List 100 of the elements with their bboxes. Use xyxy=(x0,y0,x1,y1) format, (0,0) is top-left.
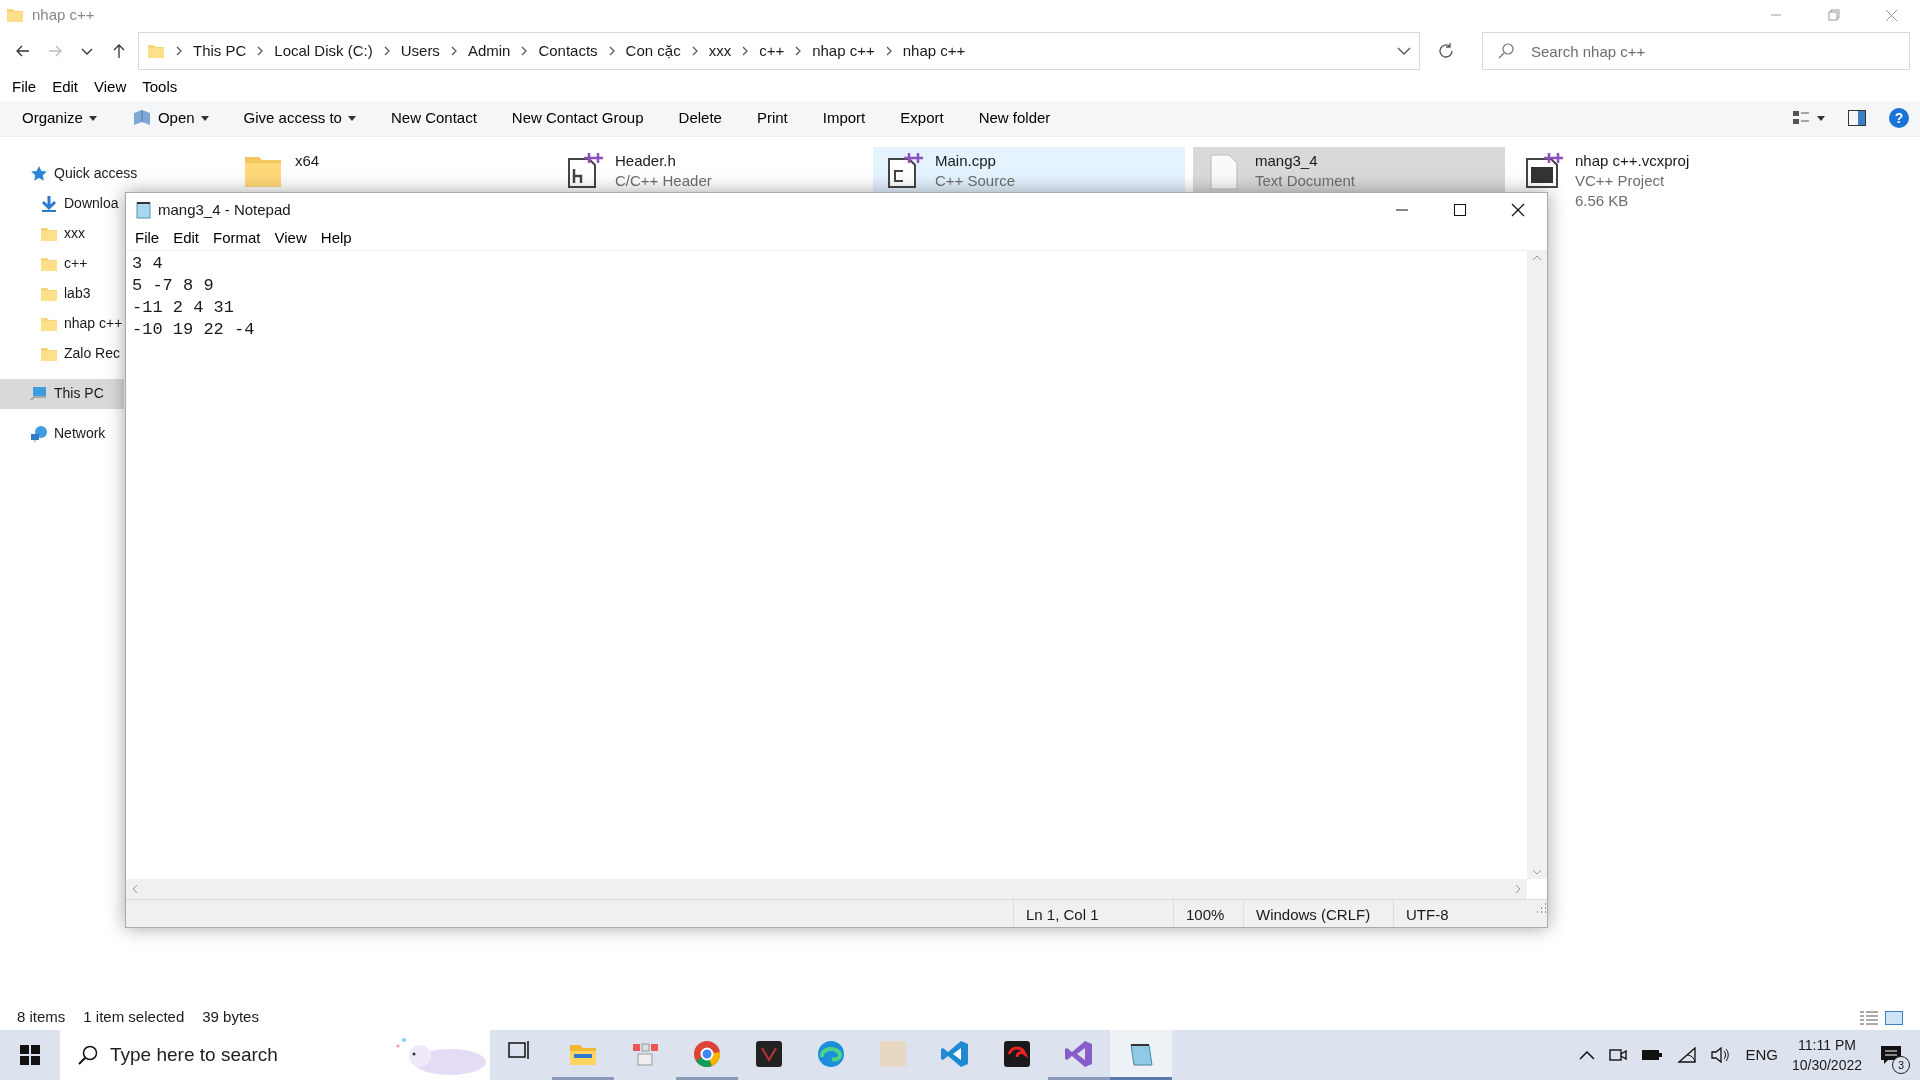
chevron-down-icon[interactable] xyxy=(1397,46,1411,56)
breadcrumb-item[interactable]: xxx xyxy=(708,39,732,63)
text-line: 5 -7 8 9 xyxy=(132,275,215,297)
toolbar-button[interactable]: Delete xyxy=(666,102,734,134)
menu-item[interactable]: Edit xyxy=(166,227,207,250)
status-text: Windows (CRLF) xyxy=(1243,900,1393,927)
search-field[interactable]: Search nhap c++ xyxy=(1482,32,1910,70)
network-icon xyxy=(30,424,48,443)
scroll-down-icon[interactable] xyxy=(1532,869,1542,875)
file-name: x64 xyxy=(295,150,320,171)
window-title: nhap c++ xyxy=(32,4,95,25)
toolbar-button[interactable]: Give access to xyxy=(231,102,368,134)
chevron-icon xyxy=(449,46,458,56)
breadcrumb-item[interactable]: nhap c++ xyxy=(902,39,966,63)
sidebar-item[interactable]: Zalo Rec xyxy=(0,338,124,369)
sidebar-item[interactable]: nhap c++ xyxy=(0,308,124,339)
sidebar-item[interactable]: xxx xyxy=(0,218,124,249)
toolbar-button[interactable]: New folder xyxy=(966,102,1063,134)
help-button[interactable]: ? xyxy=(1888,107,1910,129)
language-indicator[interactable]: ENG xyxy=(1745,1043,1778,1067)
breadcrumb-item[interactable]: Admin xyxy=(467,39,511,63)
status-text: Ln 1, Col 1 xyxy=(1013,900,1173,927)
ide-icon xyxy=(1064,1038,1094,1069)
breadcrumb-item[interactable]: This PC xyxy=(193,39,247,63)
notification-count: 3 xyxy=(1892,1056,1910,1074)
sidebar-item[interactable]: Downloa xyxy=(0,188,124,219)
menu-item[interactable]: View xyxy=(267,227,314,250)
breadcrumb-item[interactable]: c++ xyxy=(759,39,785,63)
caret-icon xyxy=(347,115,356,121)
status-text: 1 item selected xyxy=(83,1007,185,1028)
notepad-icon xyxy=(136,201,152,219)
file-name: Main.cpp xyxy=(935,150,997,171)
maximize-icon xyxy=(1453,203,1467,217)
breadcrumb-item[interactable]: Users xyxy=(400,39,440,63)
menu-item[interactable]: Edit xyxy=(44,76,87,99)
file-tile[interactable]: Header.h C/C++ Header xyxy=(553,146,865,215)
window-title: mang3_4 - Notepad xyxy=(158,199,291,220)
chevron-icon xyxy=(520,46,529,56)
taskbar-search-field[interactable]: Type here to search xyxy=(60,1030,490,1080)
camera-icon[interactable] xyxy=(1609,1046,1628,1064)
sidebar-item[interactable]: Network xyxy=(0,418,124,449)
toolbar-button[interactable]: Print xyxy=(744,102,800,134)
toolbar-button[interactable]: Import xyxy=(810,102,878,134)
folder-icon xyxy=(147,42,165,60)
breadcrumb-item[interactable]: nhap c++ xyxy=(812,39,875,63)
details-view-icon[interactable] xyxy=(1859,1010,1878,1025)
sidebar-item[interactable]: c++ xyxy=(0,248,124,279)
up-arrow-icon xyxy=(111,43,127,59)
breadcrumb-item[interactable]: Contacts xyxy=(538,39,598,63)
toolbar-button[interactable]: Open xyxy=(119,102,221,134)
sidebar-item[interactable]: lab3 xyxy=(0,278,124,309)
clock-date[interactable]: 10/30/2022 xyxy=(1791,1055,1862,1075)
large-icons-view-icon[interactable] xyxy=(1885,1010,1903,1025)
wifi-icon[interactable] xyxy=(1677,1047,1698,1063)
clock-time[interactable]: 11:11 PM xyxy=(1791,1035,1862,1055)
menu-item[interactable]: File xyxy=(128,227,167,250)
menu-item[interactable]: Format xyxy=(206,227,268,250)
round-app-icon xyxy=(692,1038,722,1069)
folder-icon xyxy=(6,6,24,24)
menu-item[interactable]: View xyxy=(86,76,135,99)
refresh-icon xyxy=(1437,42,1455,60)
chevron-icon xyxy=(607,46,616,56)
file-detail: C/C++ Header xyxy=(615,170,712,191)
text-editor[interactable]: 3 4 5 -7 8 9 -11 2 4 31 -10 19 22 -4 xyxy=(126,251,1527,879)
chevron-icon xyxy=(794,46,803,56)
chevron-icon xyxy=(175,46,183,56)
scroll-right-icon[interactable] xyxy=(1515,884,1521,894)
file-detail: Text Document xyxy=(1255,170,1356,191)
speaker-icon[interactable] xyxy=(1711,1047,1732,1063)
menu-item[interactable]: Tools xyxy=(134,76,186,99)
toolbar-button[interactable]: Export xyxy=(888,102,956,134)
breadcrumb-item[interactable]: Local Disk (C:) xyxy=(274,39,373,63)
preview-pane-icon[interactable] xyxy=(1847,110,1866,126)
toolbar-button[interactable]: New Contact Group xyxy=(499,102,656,134)
breadcrumb-item[interactable]: Con cặc xyxy=(625,39,681,63)
chevron-up-icon[interactable] xyxy=(1579,1050,1596,1060)
chevron-icon xyxy=(382,46,391,56)
file-tile[interactable]: nhap c++.vcxproj VC++ Project 6.56 KB xyxy=(1513,146,1825,215)
toolbar-button[interactable]: Organize xyxy=(10,102,109,134)
sidebar-item[interactable]: Quick access xyxy=(0,158,215,189)
sidebar-item[interactable]: This PC xyxy=(0,378,124,409)
chevron-icon xyxy=(256,46,265,56)
computer-icon xyxy=(30,384,48,403)
file-name: nhap c++.vcxproj xyxy=(1575,150,1690,171)
file-detail: C++ Source xyxy=(935,170,1016,191)
book-icon xyxy=(131,109,152,127)
battery-icon[interactable] xyxy=(1641,1048,1664,1062)
view-options-icon[interactable] xyxy=(1793,110,1825,126)
restore-icon xyxy=(1826,8,1840,22)
scroll-left-icon[interactable] xyxy=(132,884,138,894)
circle-icon xyxy=(1888,107,1910,129)
file-detail: 6.56 KB xyxy=(1575,190,1630,211)
scroll-up-icon[interactable] xyxy=(1532,255,1542,261)
menu-item[interactable]: Help xyxy=(313,227,359,250)
address-bar[interactable]: This PC Local Disk (C:) Users Admin Contacts Con cặc xxx c++ nhap c++ nhap c++ xyxy=(138,32,1420,70)
text-line: -11 2 4 31 xyxy=(132,297,236,319)
menu-item[interactable]: File xyxy=(4,76,45,99)
chevron-icon xyxy=(884,46,893,56)
toolbar-button[interactable]: New Contact xyxy=(378,102,489,134)
status-text: 39 bytes xyxy=(202,1007,259,1028)
